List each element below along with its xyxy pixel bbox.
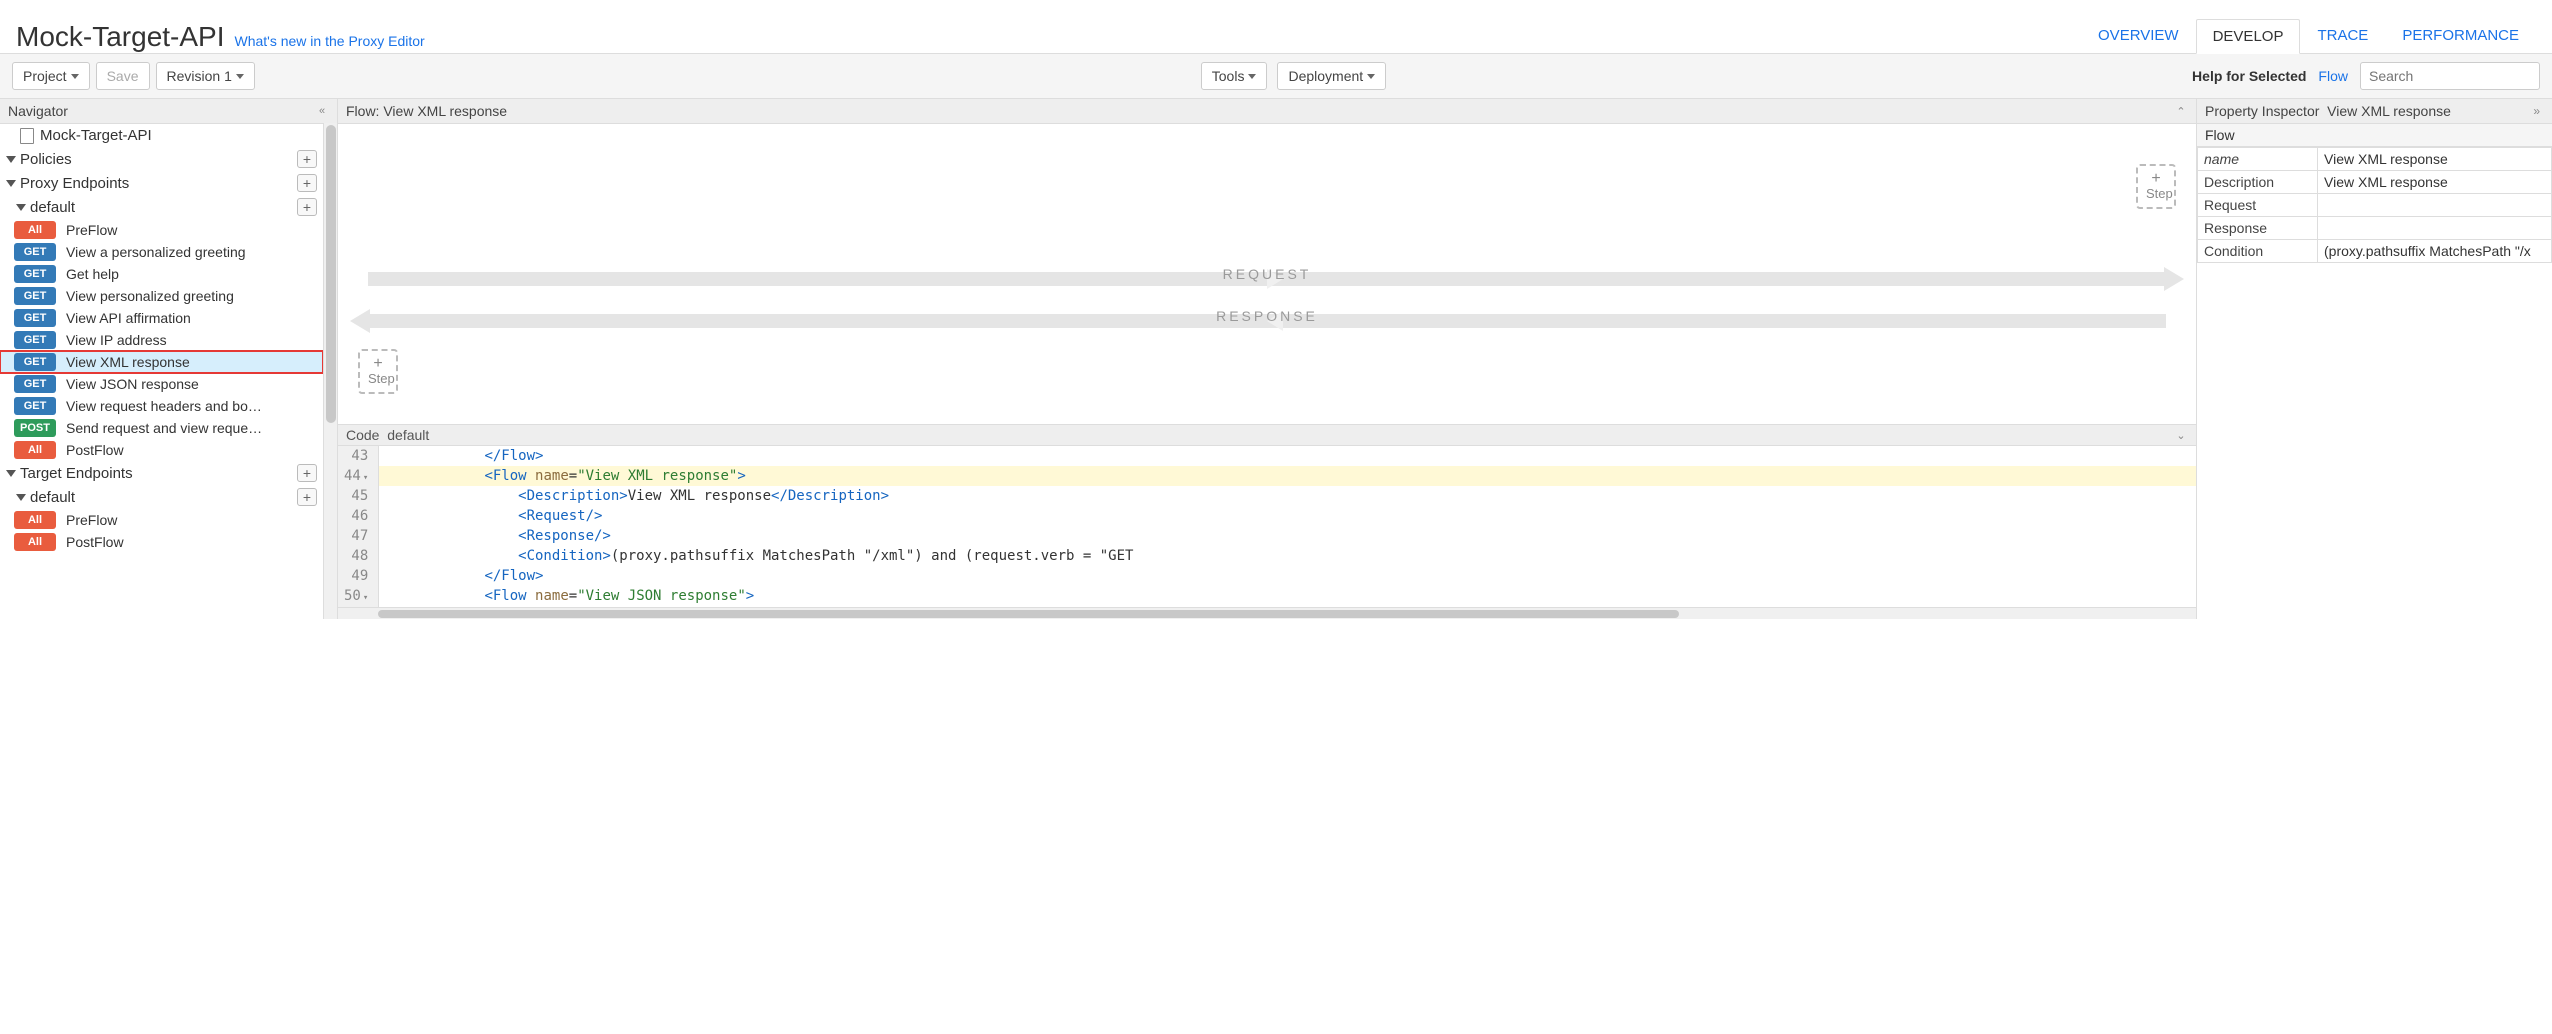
flow-header: Flow: View XML response ⌃ <box>338 99 2196 124</box>
nav-flow-item[interactable]: POSTSend request and view reque… <box>0 417 323 439</box>
method-badge: GET <box>14 331 56 349</box>
tab-develop[interactable]: DEVELOP <box>2196 19 2301 54</box>
table-row: Response <box>2198 217 2552 240</box>
code-header: Code default ⌄ <box>338 424 2196 446</box>
caret-down-icon <box>71 74 79 79</box>
caret-down-icon <box>1248 74 1256 79</box>
expand-right-icon[interactable]: » <box>2529 104 2544 118</box>
add-button[interactable]: + <box>297 174 317 192</box>
code-editor[interactable]: 43444546474849505152 </Flow> <Flow name=… <box>338 446 2196 607</box>
add-button[interactable]: + <box>297 198 317 216</box>
nav-flow-item[interactable]: GETView XML response <box>0 351 323 373</box>
help-label: Help for Selected <box>2192 68 2306 84</box>
nav-section[interactable]: Policies+ <box>0 147 323 171</box>
response-label: RESPONSE <box>1216 308 1318 324</box>
toolbar: Project Save Revision 1 Tools Deployment… <box>0 54 2552 99</box>
method-badge: GET <box>14 265 56 283</box>
nav-flow-item[interactable]: AllPostFlow <box>0 531 323 553</box>
help-link[interactable]: Flow <box>2318 68 2348 84</box>
nav-flow-item[interactable]: GETView API affirmation <box>0 307 323 329</box>
tools-button[interactable]: Tools <box>1201 62 1268 90</box>
nav-flow-item[interactable]: GETView request headers and bo… <box>0 395 323 417</box>
project-button[interactable]: Project <box>12 62 90 90</box>
triangle-down-icon <box>16 204 26 211</box>
request-label: REQUEST <box>1223 266 1312 282</box>
table-row: Request <box>2198 194 2552 217</box>
triangle-down-icon <box>6 156 16 163</box>
method-badge: GET <box>14 309 56 327</box>
method-badge: GET <box>14 375 56 393</box>
whats-new-link[interactable]: What's new in the Proxy Editor <box>235 33 425 49</box>
method-badge: GET <box>14 353 56 371</box>
search-input[interactable] <box>2360 62 2540 90</box>
caret-down-icon <box>1367 74 1375 79</box>
file-icon <box>20 128 34 144</box>
method-badge: GET <box>14 243 56 261</box>
navigator-header: Navigator « <box>0 99 337 124</box>
nav-flow-item[interactable]: AllPostFlow <box>0 439 323 461</box>
center-panel: Flow: View XML response ⌃ +Step REQUEST … <box>338 99 2197 619</box>
method-badge: All <box>14 533 56 551</box>
flow-canvas: +Step REQUEST RESPONSE +Step <box>338 124 2196 424</box>
method-badge: All <box>14 511 56 529</box>
tab-overview[interactable]: OVERVIEW <box>2081 18 2196 53</box>
navigator-panel: Navigator « Mock-Target-APIPolicies+Prox… <box>0 99 338 619</box>
caret-down-icon <box>236 74 244 79</box>
inspector-section: Flow <box>2197 124 2552 147</box>
add-step-response[interactable]: +Step <box>358 349 398 394</box>
method-badge: POST <box>14 419 56 437</box>
collapse-up-icon[interactable]: ⌃ <box>2174 105 2188 118</box>
collapse-left-icon[interactable]: « <box>315 105 329 117</box>
add-button[interactable]: + <box>297 488 317 506</box>
inspector-table: nameView XML response DescriptionView XM… <box>2197 147 2552 263</box>
page-header: Mock-Target-API What's new in the Proxy … <box>0 0 2552 54</box>
nav-flow-item[interactable]: AllPreFlow <box>0 509 323 531</box>
inspector-panel: Property Inspector View XML response » F… <box>2197 99 2552 619</box>
nav-flow-item[interactable]: GETGet help <box>0 263 323 285</box>
revision-button[interactable]: Revision 1 <box>156 62 255 90</box>
main: Navigator « Mock-Target-APIPolicies+Prox… <box>0 99 2552 619</box>
arrow-left-icon <box>350 309 370 333</box>
add-step-request[interactable]: +Step <box>2136 164 2176 209</box>
navigator-scrollbar[interactable] <box>323 123 337 619</box>
header-tabs: OVERVIEW DEVELOP TRACE PERFORMANCE <box>2081 18 2536 53</box>
collapse-code-icon[interactable]: ⌄ <box>2174 429 2188 442</box>
nav-flow-item[interactable]: AllPreFlow <box>0 219 323 241</box>
inspector-header: Property Inspector View XML response » <box>2197 99 2552 124</box>
save-button[interactable]: Save <box>96 62 150 90</box>
triangle-down-icon <box>16 494 26 501</box>
nav-default[interactable]: default+ <box>0 485 323 509</box>
tab-trace[interactable]: TRACE <box>2300 18 2385 53</box>
api-title: Mock-Target-API <box>16 21 225 53</box>
tab-performance[interactable]: PERFORMANCE <box>2385 18 2536 53</box>
nav-flow-item[interactable]: GETView personalized greeting <box>0 285 323 307</box>
code-h-scrollbar[interactable] <box>338 607 2196 619</box>
table-row: DescriptionView XML response <box>2198 171 2552 194</box>
nav-section[interactable]: Proxy Endpoints+ <box>0 171 323 195</box>
triangle-down-icon <box>6 180 16 187</box>
nav-default[interactable]: default+ <box>0 195 323 219</box>
method-badge: All <box>14 221 56 239</box>
nav-flow-item[interactable]: GETView a personalized greeting <box>0 241 323 263</box>
add-button[interactable]: + <box>297 150 317 168</box>
nav-section[interactable]: Target Endpoints+ <box>0 461 323 485</box>
method-badge: All <box>14 441 56 459</box>
arrow-right-icon <box>2164 267 2184 291</box>
method-badge: GET <box>14 397 56 415</box>
table-row: Condition(proxy.pathsuffix MatchesPath "… <box>2198 240 2552 263</box>
nav-flow-item[interactable]: GETView IP address <box>0 329 323 351</box>
add-button[interactable]: + <box>297 464 317 482</box>
table-row: nameView XML response <box>2198 148 2552 171</box>
method-badge: GET <box>14 287 56 305</box>
triangle-down-icon <box>6 470 16 477</box>
deployment-button[interactable]: Deployment <box>1277 62 1386 90</box>
nav-flow-item[interactable]: GETView JSON response <box>0 373 323 395</box>
